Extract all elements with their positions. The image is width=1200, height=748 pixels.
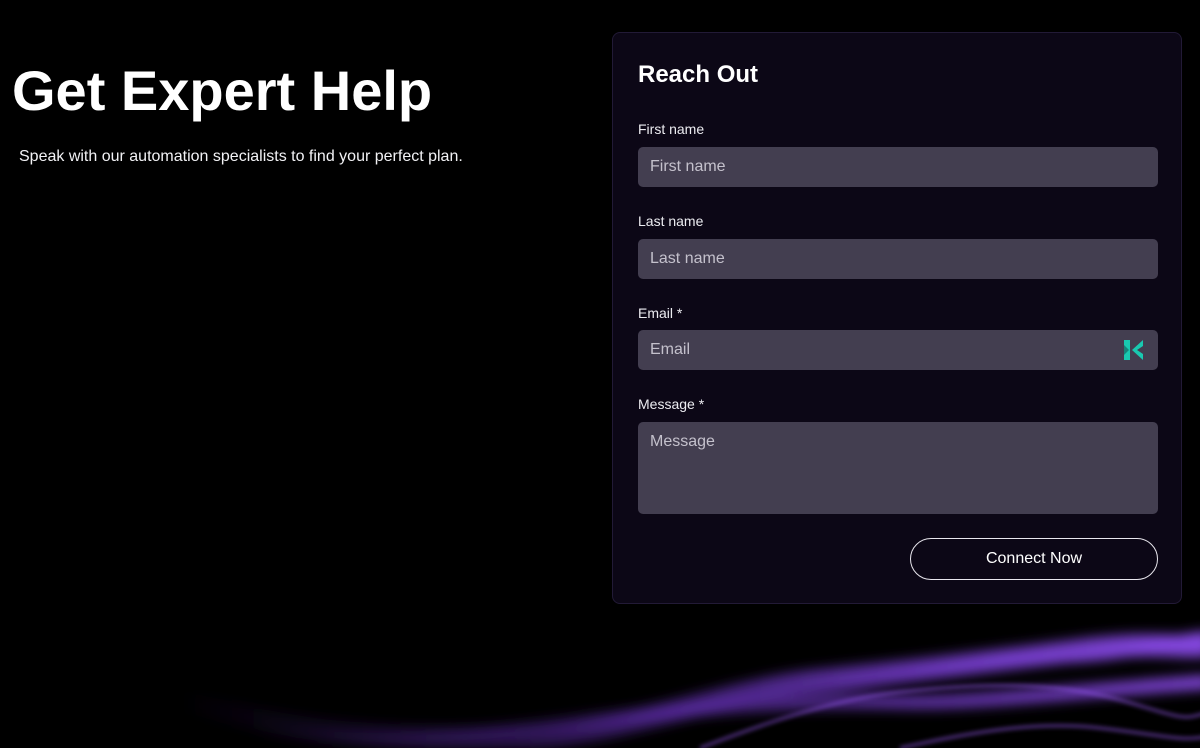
last-name-input[interactable]: [638, 239, 1158, 279]
first-name-input[interactable]: [638, 147, 1158, 187]
hero-title: Get Expert Help: [12, 59, 433, 122]
email-input[interactable]: [638, 330, 1158, 370]
hero-subtitle: Speak with our automation specialists to…: [19, 148, 463, 165]
email-label: Email *: [638, 305, 683, 321]
contact-form-card: Reach Out First name Last name Email * M…: [612, 32, 1182, 604]
contact-page: Get Expert Help Speak with our automatio…: [0, 0, 1200, 748]
last-name-label: Last name: [638, 213, 704, 229]
message-label: Message *: [638, 396, 705, 412]
connect-now-button[interactable]: Connect Now: [910, 538, 1158, 580]
message-textarea[interactable]: [638, 422, 1158, 514]
form-title: Reach Out: [638, 61, 759, 88]
autofill-extension-icon[interactable]: [1123, 339, 1145, 361]
first-name-label: First name: [638, 121, 705, 137]
